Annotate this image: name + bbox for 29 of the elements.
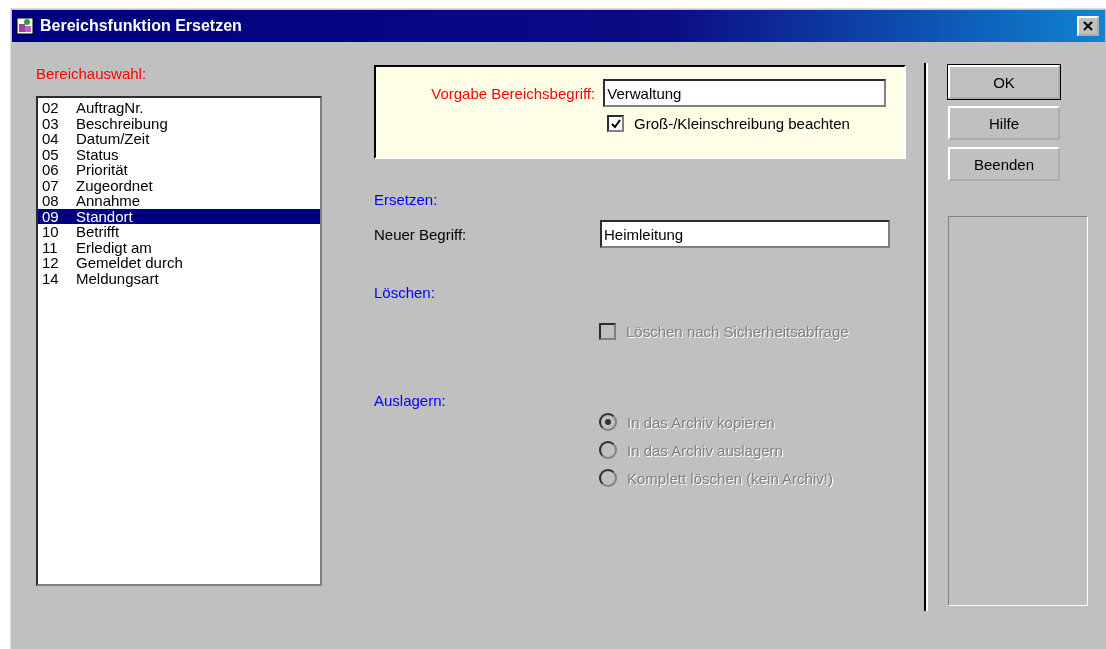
dialog-button[interactable]: Beenden <box>948 147 1060 181</box>
window-title: Bereichsfunktion Ersetzen <box>40 17 243 35</box>
section-heading: Ersetzen: <box>374 191 439 208</box>
list-item[interactable]: 02 AuftragNr. <box>38 100 320 116</box>
field-label: Neuer Begriff: <box>374 225 468 243</box>
list-item[interactable]: 07 Zugeordnet <box>38 177 320 193</box>
dialog-button[interactable]: OK <box>948 65 1060 99</box>
list-item[interactable]: 11 Erledigt am <box>38 239 320 255</box>
section-heading: Auslagern: <box>374 392 447 409</box>
list-item[interactable]: 09 Standort <box>38 208 320 224</box>
list-item[interactable]: 12 Gemeldet durch <box>38 255 320 271</box>
checkmark-icon <box>610 118 621 129</box>
search-label: Vorgabe Bereichsbegriff: <box>430 84 596 102</box>
app-icon <box>16 17 34 35</box>
replace-field[interactable]: Heimleitung <box>600 220 890 248</box>
section-heading: Löschen: <box>374 284 436 301</box>
close-icon <box>1083 21 1093 31</box>
list-item[interactable]: 08 Annahme <box>38 193 320 209</box>
list-label: Bereichauswahl: <box>36 65 148 82</box>
list-item[interactable]: 14 Meldungsart <box>38 270 320 286</box>
list-item[interactable]: 03 Beschreibung <box>38 115 320 131</box>
list-item[interactable]: 06 Priorität <box>38 162 320 178</box>
match-case-checkbox[interactable]: Groß-/Kleinschreibung beachten <box>607 115 850 132</box>
search-field[interactable]: Verwaltung <box>603 79 886 107</box>
list-item[interactable]: 10 Betrifft <box>38 224 320 240</box>
dialog-button[interactable]: Hilfe <box>948 106 1060 140</box>
close-button[interactable] <box>1077 16 1099 36</box>
list-item[interactable]: 05 Status <box>38 146 320 162</box>
list-item[interactable]: 04 Datum/Zeit <box>38 131 320 147</box>
